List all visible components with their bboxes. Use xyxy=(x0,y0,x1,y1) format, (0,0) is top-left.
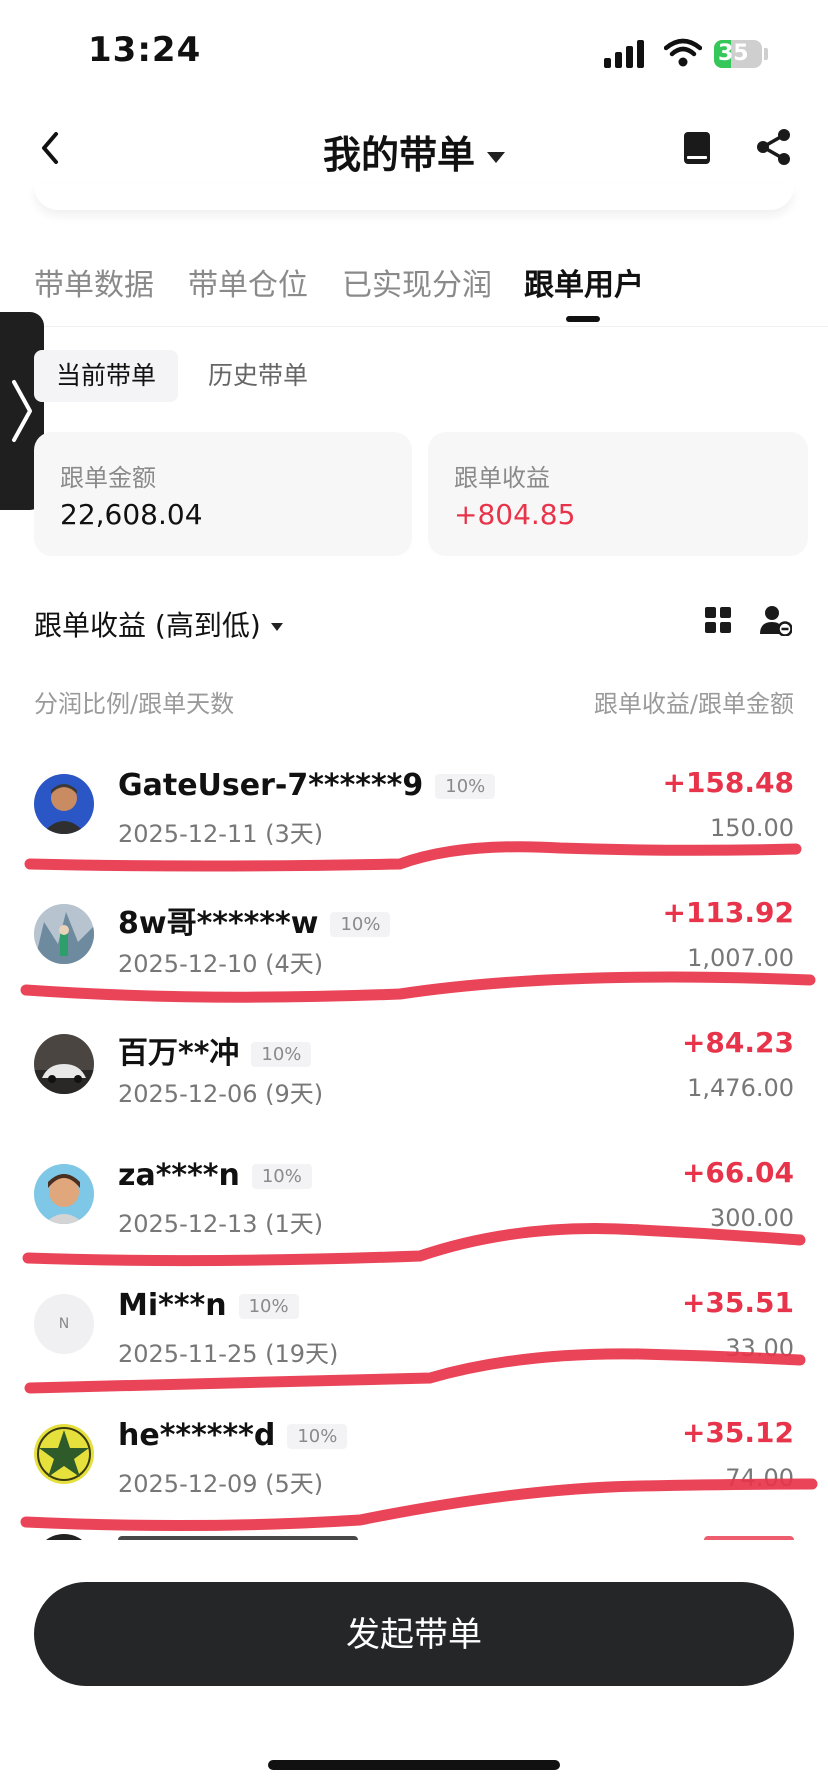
follow-date: 2025-12-11 (3天) xyxy=(118,820,324,848)
home-indicator xyxy=(268,1760,560,1770)
follow-amount-card: 跟单金额 22,608.04 xyxy=(34,432,412,556)
follower-name: Mi***n xyxy=(118,1288,227,1323)
follow-profit-label: 跟单收益 xyxy=(454,464,550,492)
follower-row[interactable]: za****n 10% 2025-12-13 (1天) +66.04 300.00 xyxy=(0,1142,828,1272)
share-ratio-badge: 10% xyxy=(238,1294,299,1319)
share-ratio-badge: 10% xyxy=(287,1424,348,1449)
chevron-down-icon xyxy=(487,152,505,163)
follower-name: za****n xyxy=(118,1158,240,1193)
follower-profit: +158.48 xyxy=(662,766,794,799)
avatar xyxy=(34,904,94,964)
share-ratio-badge: 10% xyxy=(435,774,496,799)
chevron-right-icon xyxy=(12,380,32,442)
column-header-left: 分润比例/跟单天数 xyxy=(34,690,235,718)
follow-date: 2025-12-06 (9天) xyxy=(118,1080,324,1108)
share-icon[interactable] xyxy=(756,128,792,166)
follower-amount: 300.00 xyxy=(710,1204,794,1232)
follower-row[interactable]: he******d 10% 2025-12-09 (5天) +35.12 74.0… xyxy=(0,1402,828,1532)
follow-date: 2025-12-09 (5天) xyxy=(118,1470,324,1498)
battery-cap xyxy=(764,48,768,60)
book-icon[interactable] xyxy=(682,130,712,166)
sort-dropdown[interactable]: 跟单收益 (高到低) xyxy=(34,604,283,644)
follow-date: 2025-11-25 (19天) xyxy=(118,1340,339,1368)
follower-profit: +84.23 xyxy=(681,1026,794,1059)
column-header-right: 跟单收益/跟单金额 xyxy=(593,690,794,718)
follower-amount: 150.00 xyxy=(710,814,794,842)
page-title: 我的带单 xyxy=(322,133,475,177)
follower-amount: 1,476.00 xyxy=(687,1074,794,1102)
remove-user-icon[interactable] xyxy=(760,604,792,636)
status-bar: 13:24 35 xyxy=(0,0,828,100)
follower-row[interactable]: N Mi***n 10% 2025-11-25 (19天) +35.51 33.0… xyxy=(0,1272,828,1402)
sort-row: 跟单收益 (高到低) xyxy=(34,598,794,648)
follow-amount-label: 跟单金额 xyxy=(60,464,156,492)
share-ratio-badge: 10% xyxy=(251,1164,312,1189)
tab-lead-positions[interactable]: 带单仓位 xyxy=(188,260,308,304)
grid-view-icon[interactable] xyxy=(704,606,732,634)
avatar xyxy=(34,1164,94,1224)
follower-profit: +35.12 xyxy=(681,1416,794,1449)
share-ratio-badge: 10% xyxy=(330,912,391,937)
follower-amount: 74.00 xyxy=(725,1464,794,1492)
share-ratio-badge: 10% xyxy=(251,1042,312,1067)
nav-bar: 我的带单 xyxy=(0,110,828,190)
follow-date: 2025-12-10 (4天) xyxy=(118,950,324,978)
follow-profit-card: 跟单收益 +804.85 xyxy=(428,432,808,556)
tab-bar: 带单数据 带单仓位 已实现分润 跟单用户 xyxy=(0,250,828,327)
list-column-headers: 分润比例/跟单天数 跟单收益/跟单金额 xyxy=(34,684,794,718)
sort-label: 跟单收益 (高到低) xyxy=(34,609,261,642)
cellular-signal-icon xyxy=(604,40,644,68)
wifi-icon xyxy=(664,38,702,67)
active-tab-indicator xyxy=(566,316,600,322)
follower-amount: 1,007.00 xyxy=(687,944,794,972)
start-lead-button[interactable]: 发起带单 xyxy=(34,1582,794,1686)
segment-current-lead[interactable]: 当前带单 xyxy=(34,350,179,402)
follower-profit: +66.04 xyxy=(681,1156,794,1189)
follow-profit-value: +804.85 xyxy=(454,498,576,531)
follower-name: 8w哥******w xyxy=(118,906,319,941)
follower-name: he******d xyxy=(118,1418,276,1453)
tab-realized-profit-share[interactable]: 已实现分润 xyxy=(342,260,492,304)
follower-name: 百万**冲 xyxy=(118,1036,240,1071)
follower-profit: +35.51 xyxy=(681,1286,794,1319)
avatar: N xyxy=(34,1294,94,1354)
tab-followers[interactable]: 跟单用户 xyxy=(524,260,644,304)
avatar xyxy=(34,1424,94,1484)
segment-history-lead[interactable]: 历史带单 xyxy=(186,350,330,402)
follower-row[interactable]: 8w哥******w 10% 2025-12-10 (4天) +113.92 1,… xyxy=(0,882,828,1012)
follower-profit: +113.92 xyxy=(662,896,794,929)
follower-row[interactable]: 百万**冲 10% 2025-12-06 (9天) +84.23 1,476.00 xyxy=(0,1012,828,1142)
follow-amount-value: 22,608.04 xyxy=(60,498,203,531)
collapsed-card-edge xyxy=(34,184,794,210)
chevron-down-icon xyxy=(270,623,283,631)
battery-icon: 35 xyxy=(714,40,762,68)
avatar xyxy=(34,1034,94,1094)
avatar xyxy=(34,774,94,834)
status-time: 13:24 xyxy=(88,30,202,70)
follower-name: GateUser-7******9 xyxy=(118,768,424,803)
tab-lead-data[interactable]: 带单数据 xyxy=(34,260,154,304)
follower-row[interactable]: GateUser-7******9 10% 2025-12-11 (3天) +15… xyxy=(0,752,828,882)
follower-amount: 33.00 xyxy=(725,1334,794,1362)
battery-level: 35 xyxy=(718,41,749,66)
follow-date: 2025-12-13 (1天) xyxy=(118,1210,324,1238)
